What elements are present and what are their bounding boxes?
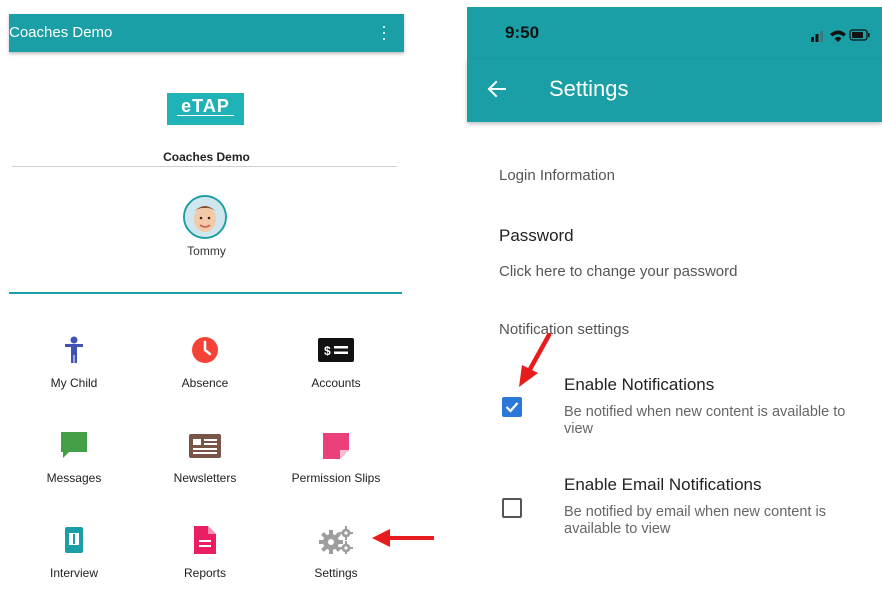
tile-my-child[interactable]: My Child <box>9 336 139 406</box>
status-icons <box>811 29 870 42</box>
logo-underline <box>177 115 234 116</box>
child-photo-icon <box>185 197 225 237</box>
annotation-arrow <box>372 529 434 547</box>
person-icon <box>65 336 83 363</box>
money-icon: $ <box>318 338 354 362</box>
status-bar: 9:50 <box>467 7 882 59</box>
page-title: Settings <box>549 76 629 101</box>
document-icon <box>194 526 216 554</box>
teal-divider <box>9 292 402 294</box>
chat-icon <box>61 432 87 458</box>
change-password-link[interactable]: Click here to change your password <box>499 263 737 280</box>
app-bar: Coaches Demo <box>9 14 404 52</box>
tile-absence[interactable]: Absence <box>140 336 270 406</box>
tile-label: Newsletters <box>173 471 237 485</box>
tile-label: Settings <box>314 566 358 580</box>
tile-accounts[interactable]: $ Accounts <box>271 336 401 406</box>
note-icon <box>323 433 349 459</box>
clock-icon <box>192 337 218 363</box>
tile-label: Messages <box>46 471 102 485</box>
checkmark-icon <box>505 402 519 413</box>
annotation-arrow <box>519 333 552 387</box>
svg-text:$: $ <box>324 344 331 358</box>
child-name: Tommy <box>187 244 226 258</box>
enable-notifications-checkbox[interactable] <box>502 397 522 417</box>
enable-email-notifications-title: Enable Email Notifications <box>564 475 762 494</box>
phone-icon <box>65 527 83 553</box>
logo-text: eTAP <box>181 96 230 116</box>
tile-label: Interview <box>49 566 99 580</box>
enable-email-notifications-description: Be notified by email when new content is… <box>564 504 826 537</box>
tile-reports[interactable]: Reports <box>140 526 270 596</box>
wifi-icon <box>830 30 846 37</box>
status-time: 9:50 <box>505 23 540 42</box>
tile-messages[interactable]: Messages <box>9 431 139 501</box>
enable-email-notifications-checkbox[interactable] <box>502 498 522 518</box>
settings-app-bar: Settings <box>467 59 882 122</box>
login-information-header: Login Information <box>499 167 615 184</box>
tile-label: Reports <box>183 566 227 580</box>
gears-icon <box>319 526 353 554</box>
tile-label: My Child <box>50 376 98 390</box>
signal-icon <box>811 37 814 42</box>
right-phone-screen: 9:50 Settings Login Information Password… <box>467 7 882 614</box>
overflow-menu-icon[interactable] <box>374 23 394 43</box>
divider <box>12 166 397 167</box>
newspaper-icon <box>189 434 221 458</box>
etap-logo: eTAP <box>167 93 244 125</box>
app-title: Coaches Demo <box>9 24 113 41</box>
password-title[interactable]: Password <box>499 226 574 246</box>
tile-newsletters[interactable]: Newsletters <box>140 431 270 501</box>
tile-label: Permission Slips <box>291 471 381 485</box>
tile-label: Accounts <box>311 376 361 390</box>
enable-notifications-description: Be notified when new content is availabl… <box>564 404 846 437</box>
back-arrow-icon[interactable] <box>485 77 509 101</box>
school-name: Coaches Demo <box>163 150 250 164</box>
tile-label: Absence <box>181 376 229 390</box>
left-phone-screen: Coaches Demo eTAP Coaches Demo Tommy My … <box>9 14 404 614</box>
tile-interview[interactable]: Interview <box>9 526 139 596</box>
child-avatar[interactable] <box>183 195 227 239</box>
tile-permission-slips[interactable]: Permission Slips <box>271 431 401 501</box>
enable-notifications-title: Enable Notifications <box>564 375 715 394</box>
